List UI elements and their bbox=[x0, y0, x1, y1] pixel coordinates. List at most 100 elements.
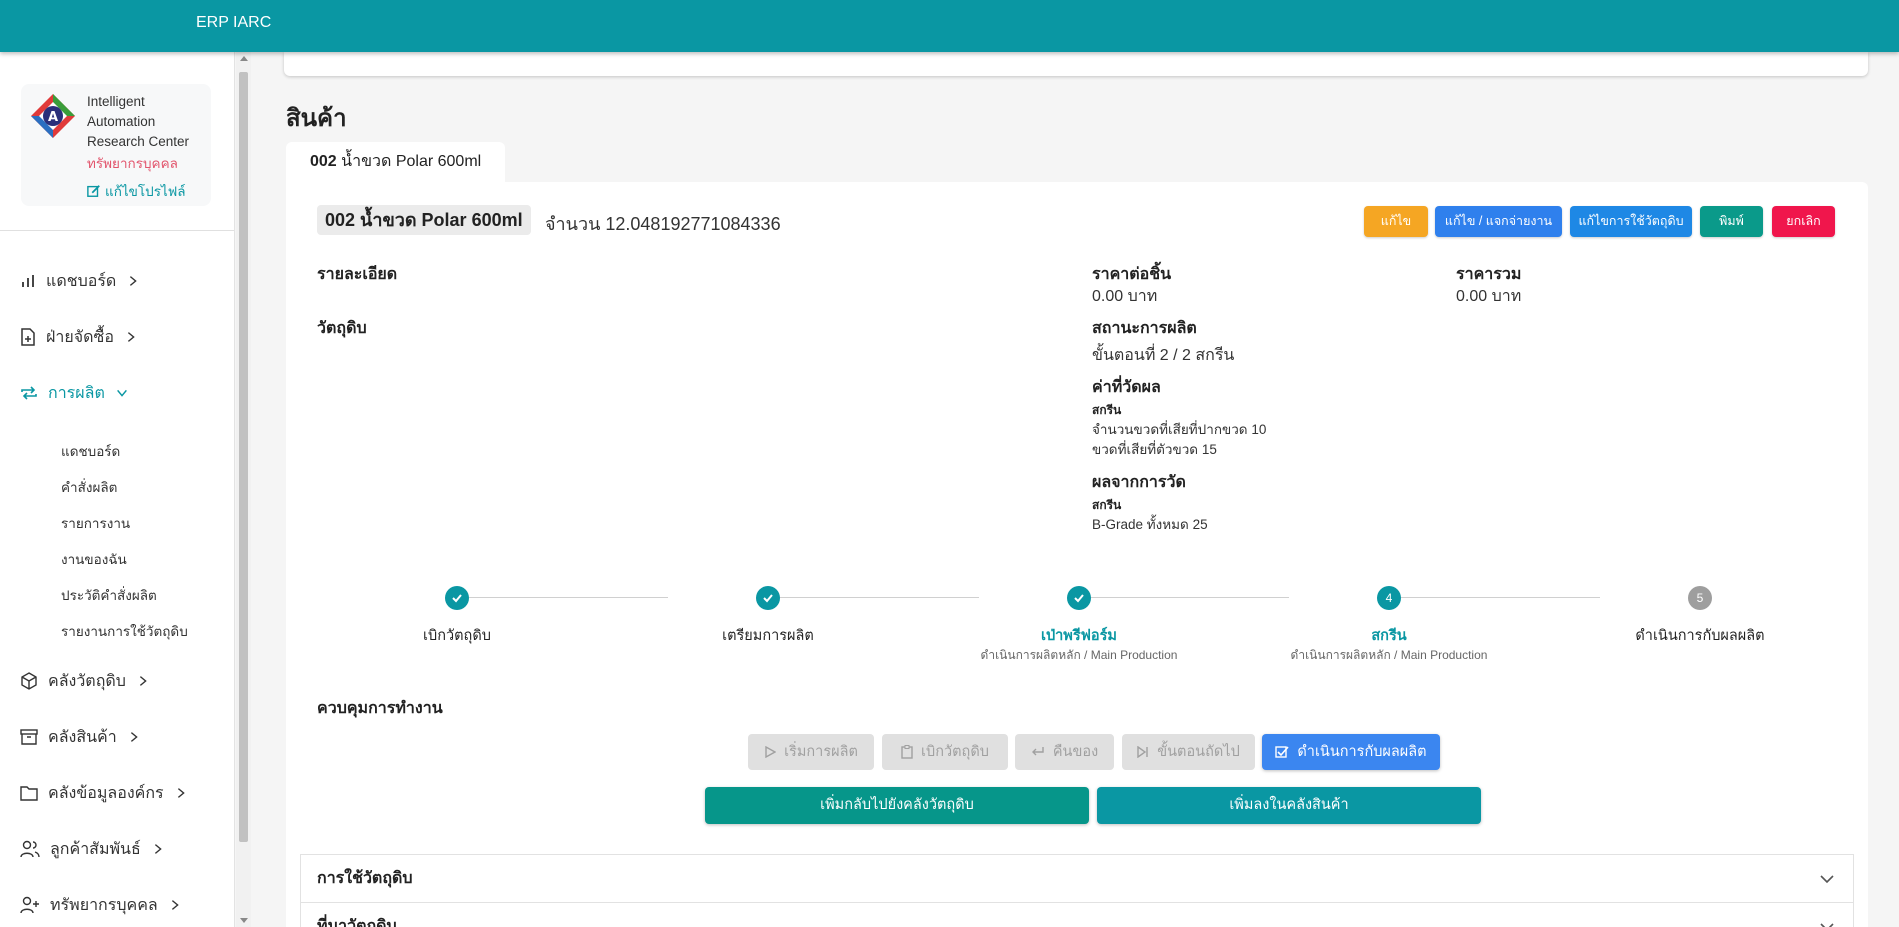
measure-row: ขวดที่เสียที่ตัวขวด 15 bbox=[1092, 442, 1217, 457]
sidebar-item-crm[interactable]: ลูกค้าสัมพันธ์ bbox=[20, 834, 165, 864]
chevron-right-icon bbox=[130, 276, 138, 286]
chevron-right-icon bbox=[127, 332, 135, 342]
tab-product[interactable]: 002 น้ำขวด Polar 600ml bbox=[286, 142, 506, 182]
box-icon bbox=[21, 672, 37, 690]
sidebar-item-dashboard[interactable]: แดชบอร์ด bbox=[20, 266, 140, 296]
file-plus-icon bbox=[21, 328, 35, 346]
unit-price-value: 0.00 บาท bbox=[1092, 288, 1158, 305]
sidebar-subitem-order-history[interactable]: ประวัติคำสั่งผลิต bbox=[61, 584, 157, 606]
sidebar-scrollbar[interactable] bbox=[236, 52, 251, 927]
accordion-material-usage[interactable]: การใช้วัตถุดิบ bbox=[300, 854, 1854, 903]
scrollbar-thumb[interactable] bbox=[239, 72, 248, 842]
sidebar-subitem-material-report[interactable]: รายงานการใช้วัตถุดิบ bbox=[61, 620, 188, 642]
step-connector bbox=[1067, 597, 1289, 598]
add-back-raw-button[interactable]: เพิ่มกลับไปยังคลังวัตถุดิบ bbox=[705, 787, 1089, 824]
chevron-down-icon bbox=[116, 389, 127, 397]
archive-icon bbox=[20, 729, 38, 745]
sidebar-subitem-dashboard[interactable]: แดชบอร์ด bbox=[61, 440, 120, 462]
sidebar-item-hr[interactable]: ทรัพยากรบุคคล bbox=[20, 890, 182, 920]
clipboard-icon bbox=[901, 745, 913, 759]
sidebar: A Intelligent Automation Research Center… bbox=[0, 52, 235, 927]
sidebar-item-purchasing[interactable]: ฝ่ายจัดซื้อ bbox=[20, 322, 138, 352]
edit-profile-label: แก้ไขโปรไฟล์ bbox=[105, 184, 186, 199]
chevron-right-icon bbox=[177, 788, 185, 798]
step-4-label: สกรีน bbox=[1371, 628, 1407, 644]
step-3-dot bbox=[1067, 586, 1091, 610]
withdraw-materials-button[interactable]: เบิกวัตถุดิบ bbox=[882, 734, 1008, 770]
accordion-title: ที่มาวัตถุดิบ bbox=[317, 918, 397, 927]
detail-label: รายละเอียด bbox=[317, 266, 398, 283]
tab-product-name: น้ำขวด Polar 600ml bbox=[341, 153, 482, 170]
sidebar-subitem-my-tasks[interactable]: งานของฉัน bbox=[61, 548, 127, 570]
header-card bbox=[284, 52, 1868, 76]
top-app-bar: ERP IARC bbox=[0, 0, 1899, 52]
production-status-label: สถานะการผลิต bbox=[1092, 320, 1197, 337]
chevron-right-icon bbox=[154, 844, 162, 854]
sidebar-item-raw-warehouse[interactable]: คลังวัตถุดิบ bbox=[20, 666, 150, 696]
total-price-value: 0.00 บาท bbox=[1456, 288, 1522, 305]
process-output-label: ดำเนินการกับผลผลิต bbox=[1297, 744, 1427, 760]
sidebar-item-label: ทรัพยากรบุคคล bbox=[50, 896, 158, 914]
main-content: สินค้า 002 น้ำขวด Polar 600ml 002 น้ำขวด… bbox=[251, 52, 1899, 927]
next-step-button[interactable]: ขั้นตอนถัดไป bbox=[1122, 734, 1255, 770]
app-title: ERP IARC bbox=[196, 14, 272, 31]
step-1-label: เบิกวัตถุดิบ bbox=[423, 628, 491, 644]
measure-row: จำนวนขวดที่เสียที่ปากขวด 10 bbox=[1092, 422, 1267, 437]
materials-label: วัตถุดิบ bbox=[317, 320, 367, 337]
sidebar-item-product-warehouse[interactable]: คลังสินค้า bbox=[20, 722, 141, 752]
step-2-dot bbox=[756, 586, 780, 610]
scroll-down-icon[interactable] bbox=[240, 918, 248, 923]
skip-next-icon bbox=[1137, 746, 1148, 758]
check-icon bbox=[1074, 594, 1084, 603]
step-4-dot: 4 bbox=[1377, 586, 1401, 610]
accordion-material-source[interactable]: ที่มาวัตถุดิบ bbox=[300, 902, 1854, 927]
quantity-value: 12.048192771084336 bbox=[605, 214, 781, 234]
org-logo: A bbox=[31, 94, 75, 138]
withdraw-materials-label: เบิกวัตถุดิบ bbox=[921, 744, 989, 760]
repeat-icon bbox=[21, 386, 37, 400]
chevron-down-icon bbox=[1820, 875, 1834, 884]
edit-button[interactable]: แก้ไข bbox=[1364, 206, 1428, 237]
production-status-value: ขั้นตอนที่ 2 / 2 สกรีน bbox=[1092, 347, 1235, 364]
org-department: ทรัพยากรบุคคล bbox=[87, 156, 178, 171]
sidebar-item-org-data[interactable]: คลังข้อมูลองค์กร bbox=[20, 778, 188, 808]
quantity-text: จำนวน 12.048192771084336 bbox=[545, 209, 781, 238]
scroll-up-icon[interactable] bbox=[240, 56, 248, 61]
process-output-button[interactable]: ดำเนินการกับผลผลิต bbox=[1262, 734, 1440, 770]
check-icon bbox=[452, 594, 462, 603]
accordion-title: การใช้วัตถุดิบ bbox=[317, 870, 413, 887]
step-4-sublabel: ดำเนินการผลิตหลัก / Main Production bbox=[1290, 648, 1488, 662]
page-title: สินค้า bbox=[286, 105, 347, 132]
sidebar-item-label: การผลิต bbox=[48, 384, 105, 402]
sidebar-item-production[interactable]: การผลิต bbox=[20, 378, 129, 408]
sidebar-subitem-orders[interactable]: คำสั่งผลิต bbox=[61, 476, 117, 498]
edit-profile-link[interactable]: แก้ไขโปรไฟล์ bbox=[87, 180, 186, 202]
edit-materials-button[interactable]: แก้ไขการใช้วัตถุดิบ bbox=[1570, 206, 1692, 237]
product-card: 002 น้ำขวด Polar 600ml จำนวน 12.04819277… bbox=[286, 182, 1868, 927]
step-2-label: เตรียมการผลิต bbox=[722, 628, 814, 644]
sidebar-subitem-tasks[interactable]: รายการงาน bbox=[61, 512, 130, 534]
user-plus-icon bbox=[20, 896, 39, 914]
edit-assign-button[interactable]: แก้ไข / แจกจ่ายงาน bbox=[1435, 206, 1562, 237]
next-step-label: ขั้นตอนถัดไป bbox=[1157, 744, 1240, 760]
return-button[interactable]: คืนของ bbox=[1015, 734, 1114, 770]
print-button[interactable]: พิมพ์ bbox=[1700, 206, 1763, 237]
return-arrow-icon bbox=[1031, 747, 1044, 756]
result-row: B-Grade ทั้งหมด 25 bbox=[1092, 517, 1208, 532]
step-3-sublabel: ดำเนินการผลิตหลัก / Main Production bbox=[980, 648, 1178, 662]
return-label: คืนของ bbox=[1052, 744, 1099, 760]
control-title: ควบคุมการทำงาน bbox=[317, 700, 443, 717]
production-stepper: 4 5 เบิกวัตถุดิบ เตรียมการผลิต เป่าพรีฟอ… bbox=[286, 582, 1868, 672]
add-to-stock-button[interactable]: เพิ่มลงในคลังสินค้า bbox=[1097, 787, 1481, 824]
folder-icon bbox=[20, 786, 38, 801]
chevron-right-icon bbox=[130, 732, 138, 742]
result-label: ผลจากการวัด bbox=[1092, 474, 1186, 491]
step-connector bbox=[756, 597, 979, 598]
step-5-label: ดำเนินการกับผลผลิต bbox=[1635, 628, 1765, 644]
sidebar-item-label: ฝ่ายจัดซื้อ bbox=[46, 328, 114, 346]
cancel-button[interactable]: ยกเลิก bbox=[1772, 206, 1835, 237]
start-production-button[interactable]: เริ่มการผลิต bbox=[748, 734, 874, 770]
step-3-label: เป่าพรีฟอร์ม bbox=[1041, 628, 1117, 644]
step-1-dot bbox=[445, 586, 469, 610]
measure-label: ค่าที่วัดผล bbox=[1092, 379, 1161, 396]
